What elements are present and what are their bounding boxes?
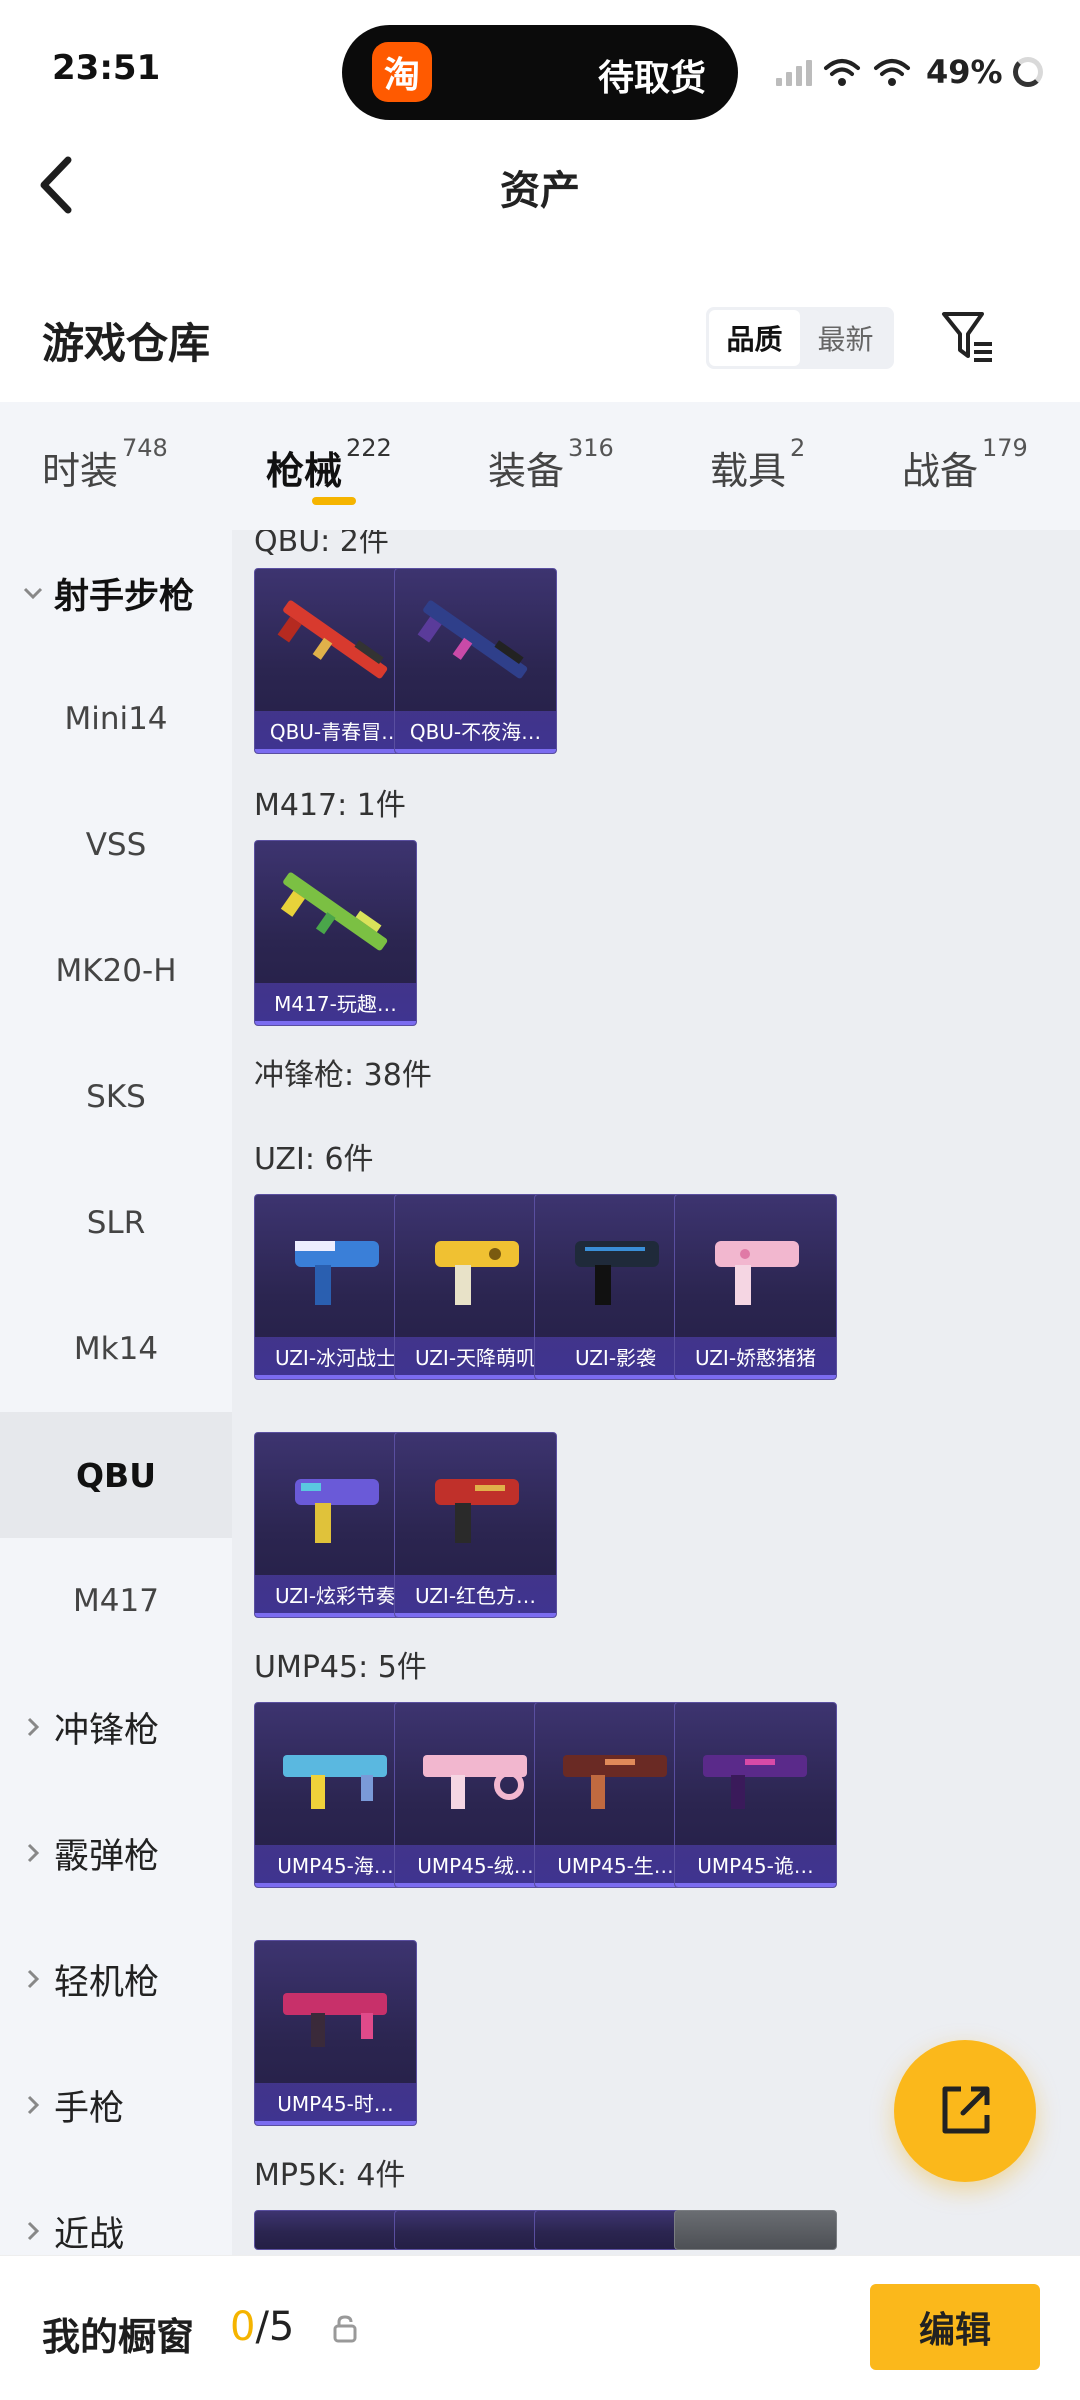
smg-image <box>563 1755 667 1809</box>
system-icons: 49% <box>776 50 1043 94</box>
skin-card[interactable]: UZI-炫彩节奏 <box>254 1432 417 1618</box>
sidebar-item-slr[interactable]: SLR <box>0 1160 232 1286</box>
tab-vehicles[interactable]: 载具2 <box>710 434 805 495</box>
group-label-qbu: QBU: 2件 <box>254 530 389 559</box>
tab-battle-gear[interactable]: 战备179 <box>902 434 1028 495</box>
rifle-image <box>417 600 528 679</box>
filter-icon[interactable] <box>938 306 998 366</box>
skin-card[interactable]: UZI-天降萌叽 <box>394 1194 557 1380</box>
rifle-image <box>277 600 388 679</box>
sidebar-group-marksman-rifles[interactable]: 射手步枪 <box>0 530 232 656</box>
rifle-image <box>280 872 388 951</box>
battery-percentage: 49% <box>926 53 1003 91</box>
signal-icon <box>776 58 812 86</box>
category-tabs: 时装748 枪械222 装备316 载具2 战备179 <box>0 402 1080 530</box>
edit-button[interactable]: 编辑 <box>870 2284 1040 2370</box>
section-title: 游戏仓库 <box>42 319 211 368</box>
skin-card[interactable]: UZI-娇憨猪猪 <box>674 1194 837 1380</box>
lock-icon <box>333 2315 357 2343</box>
smg-image <box>283 1755 387 1809</box>
skin-card[interactable]: UZI-冰河战士 <box>254 1194 417 1380</box>
chevron-right-icon <box>20 1840 46 1866</box>
battery-icon <box>1012 57 1043 87</box>
chevron-down-icon <box>20 580 46 606</box>
skin-card[interactable]: UMP45-诡… <box>674 1702 837 1888</box>
share-floating-button[interactable] <box>894 2040 1036 2182</box>
dynamic-island-pill[interactable]: 淘 待取货 <box>342 25 738 120</box>
smg-image <box>423 1755 527 1809</box>
sidebar-item-mini14[interactable]: Mini14 <box>0 656 232 782</box>
sidebar-item-m417[interactable]: M417 <box>0 1538 232 1664</box>
tab-fashion[interactable]: 时装748 <box>42 434 168 495</box>
showcase-count: 0/5 <box>230 2304 295 2350</box>
share-icon <box>942 2086 990 2134</box>
showcase-bar: 我的橱窗 0/5 编辑 <box>0 2255 1080 2400</box>
skin-card[interactable] <box>534 2210 697 2250</box>
status-time: 23:51 <box>52 48 161 88</box>
sidebar-item-mk20h[interactable]: MK20-H <box>0 908 232 1034</box>
skin-card[interactable]: QBU-不夜海… <box>394 568 557 754</box>
sidebar-group-shotguns[interactable]: 霰弹枪 <box>0 1790 232 1916</box>
weapon-grid[interactable]: QBU: 2件 QBU-青春冒… QBU-不夜海… M417: 1件 M417-… <box>232 530 1080 2255</box>
wifi-icon <box>874 59 910 86</box>
sidebar-item-sks[interactable]: SKS <box>0 1034 232 1160</box>
skin-card[interactable]: QBU-青春冒… <box>254 568 417 754</box>
smg-image <box>703 1755 807 1809</box>
skin-card[interactable]: M417-玩趣… <box>254 840 417 1026</box>
sort-quality-option[interactable]: 品质 <box>709 310 800 366</box>
skin-card[interactable]: UMP45-生… <box>534 1702 697 1888</box>
sort-latest-option[interactable]: 最新 <box>800 310 891 366</box>
skin-card[interactable]: UZI-红色方… <box>394 1432 557 1618</box>
showcase-title: 我的橱窗 <box>42 2315 195 2359</box>
page-title: 资产 <box>500 168 580 214</box>
group-label-ump45: UMP45: 5件 <box>254 1650 427 1685</box>
sidebar-group-lmg[interactable]: 轻机枪 <box>0 1916 232 2042</box>
active-tab-indicator <box>312 497 356 505</box>
tab-equipment[interactable]: 装备316 <box>488 434 614 495</box>
sidebar-group-melee[interactable]: 近战 <box>0 2168 232 2255</box>
group-label-smg: 冲锋枪: 38件 <box>254 1058 432 1093</box>
taobao-app-icon: 淘 <box>372 42 432 102</box>
chevron-right-icon <box>20 2218 46 2244</box>
wifi-icon <box>824 59 860 86</box>
skin-card[interactable]: UZI-影袭 <box>534 1194 697 1380</box>
chevron-right-icon <box>20 2092 46 2118</box>
group-label-m417: M417: 1件 <box>254 788 406 823</box>
smg-image <box>435 1241 519 1305</box>
skin-card[interactable]: UMP45-绒… <box>394 1702 557 1888</box>
smg-image <box>283 1993 387 2047</box>
sidebar-item-vss[interactable]: VSS <box>0 782 232 908</box>
group-label-uzi: UZI: 6件 <box>254 1142 374 1177</box>
smg-image <box>295 1241 379 1305</box>
skin-card[interactable] <box>394 2210 557 2250</box>
smg-image <box>575 1241 659 1305</box>
sidebar-group-pistols[interactable]: 手枪 <box>0 2042 232 2168</box>
sidebar-item-qbu[interactable]: QBU <box>0 1412 232 1538</box>
sidebar-group-smg[interactable]: 冲锋枪 <box>0 1664 232 1790</box>
chevron-right-icon <box>20 1714 46 1740</box>
sort-toggle: 品质 最新 <box>706 307 894 369</box>
skin-card[interactable]: UMP45-海… <box>254 1702 417 1888</box>
skin-card[interactable]: UMP45-时… <box>254 1940 417 2126</box>
weapon-category-sidebar[interactable]: 射手步枪 Mini14 VSS MK20-H SKS SLR Mk14 QBU … <box>0 530 232 2255</box>
smg-image <box>435 1479 519 1543</box>
sidebar-item-mk14[interactable]: Mk14 <box>0 1286 232 1412</box>
chevron-right-icon <box>20 1966 46 1992</box>
smg-image <box>295 1479 379 1543</box>
skin-card[interactable] <box>674 2210 837 2250</box>
skin-card[interactable] <box>254 2210 417 2250</box>
status-bar: 23:51 淘 待取货 49% <box>0 0 1080 140</box>
tab-firearms[interactable]: 枪械222 <box>266 434 392 495</box>
group-label-mp5k: MP5K: 4件 <box>254 2158 406 2193</box>
smg-image <box>715 1241 799 1305</box>
pill-text: 待取货 <box>597 58 706 99</box>
